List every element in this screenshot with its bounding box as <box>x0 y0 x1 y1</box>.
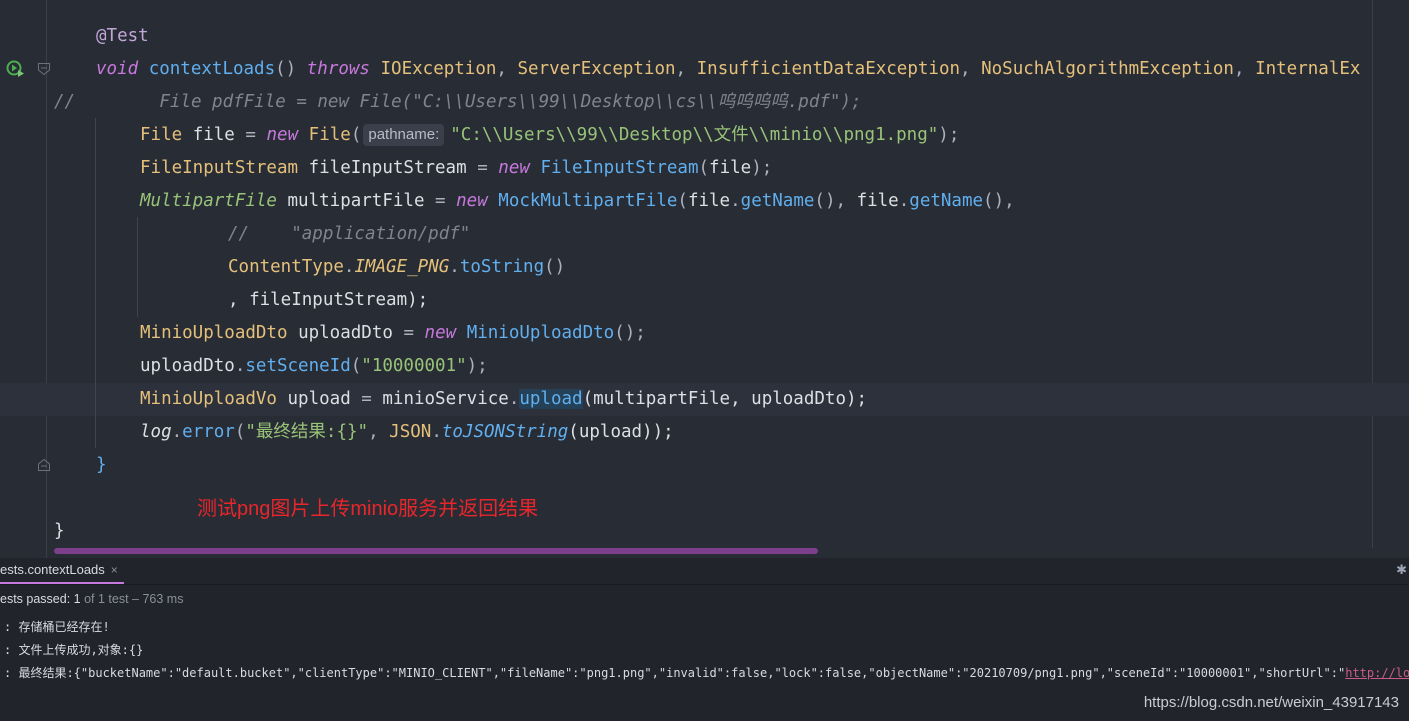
right-margin-guide <box>1372 0 1373 548</box>
indent-guide <box>137 217 138 317</box>
gutter-divider <box>46 0 47 558</box>
test-status: ests passed: 1 of 1 test – 763 ms <box>0 592 184 606</box>
code-line-comment-mime: // "application/pdf" <box>228 224 471 244</box>
run-tabbar: ests.contextLoads × ✱ <box>0 558 1409 585</box>
code-line-setsceneid: uploadDto.setSceneId("10000001"); <box>140 356 488 376</box>
code-line-fileinputstream: FileInputStream fileInputStream = new Fi… <box>140 158 773 178</box>
method-close-brace: } <box>96 455 107 475</box>
tab-contextloads[interactable]: ests.contextLoads × <box>0 558 124 584</box>
run-test-icon[interactable] <box>6 60 26 78</box>
fold-end-icon[interactable] <box>37 458 51 472</box>
log-link[interactable]: http://localhos <box>1345 666 1409 680</box>
log-line-2: : 文件上传成功,对象:{} <box>4 643 144 657</box>
annotation-note: 测试png图片上传minio服务并返回结果 <box>197 498 539 520</box>
close-icon[interactable]: × <box>111 563 118 577</box>
watermark: https://blog.csdn.net/weixin_43917143 <box>1143 694 1399 711</box>
highlighted-upload-call: upload <box>519 389 583 409</box>
log-line-1: : 存储桶已经存在! <box>4 620 110 634</box>
run-panel: ests.contextLoads × ✱ ests passed: 1 of 1… <box>0 558 1409 721</box>
code-line-multipartfile: MultipartFile multipartFile = new MockMu… <box>140 191 1015 211</box>
fold-icon[interactable] <box>37 62 51 76</box>
code-editor[interactable]: @Test void contextLoads() throws IOExcep… <box>0 0 1409 558</box>
code-line-annotation: @Test <box>96 26 149 46</box>
code-line-uploaddto: MinioUploadDto uploadDto = new MinioUplo… <box>140 323 646 343</box>
panel-settings-icon[interactable]: ✱ <box>1396 562 1407 578</box>
code-line-method-signature: void contextLoads() throws IOException, … <box>96 59 1361 79</box>
log-line-3: : 最终结果:{"bucketName":"default.bucket","c… <box>4 664 1409 681</box>
code-line-contenttype: ContentType.IMAGE_PNG.toString() <box>228 257 566 277</box>
code-line-commented: // File pdfFile = new File("C:\\Users\\9… <box>54 92 862 112</box>
code-line-log-error: log.error("最终结果:{}", JSON.toJSONString(u… <box>140 422 674 442</box>
class-close-brace: } <box>54 521 65 541</box>
code-line-file: File file = new File(pathname: "C:\\Users… <box>140 124 960 146</box>
indent-guide <box>95 118 96 448</box>
horizontal-scrollbar[interactable] <box>54 548 818 554</box>
code-line-upload: MinioUploadVo upload = minioService.uplo… <box>140 389 868 409</box>
code-line-stream-arg: , fileInputStream); <box>228 290 429 310</box>
parameter-hint: pathname: <box>363 124 445 146</box>
